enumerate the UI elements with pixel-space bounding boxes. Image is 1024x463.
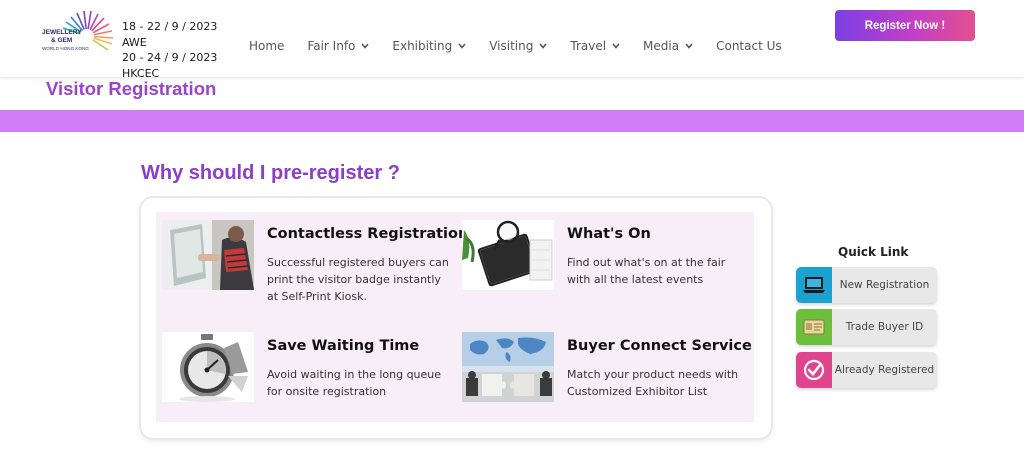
new-registration-button[interactable]: New Registration [796, 267, 937, 303]
chevron-down-icon [361, 43, 369, 49]
stopwatch-image [162, 332, 254, 402]
page-title: Visitor Registration [46, 78, 217, 99]
feature-description: Successful registered buyers can print t… [267, 256, 449, 303]
svg-text:JEWELLERY: JEWELLERY [42, 29, 82, 36]
register-now-button[interactable]: Register Now ! [835, 10, 975, 41]
site-header: JEWELLERY & GEM WORLD HONG KONG 18 - 22 … [0, 0, 1024, 81]
already-registered-button[interactable]: Already Registered [796, 352, 937, 388]
nav-contact-us-label: Contact Us [716, 39, 782, 53]
nav-fair-info-label: Fair Info [307, 39, 356, 53]
benefits-card: Contactless Registration Successful regi… [141, 198, 771, 438]
whats-on-image [462, 220, 554, 290]
check-circle-icon [796, 352, 832, 388]
feature-whats-on: What's On Find out what's on at the fair… [456, 212, 746, 302]
nav-home[interactable]: Home [249, 39, 284, 53]
feature-buyer-connect-service: Buyer Connect Service Match your product… [456, 324, 752, 414]
chevron-down-icon [458, 43, 466, 49]
benefits-panel: Contactless Registration Successful regi… [156, 212, 754, 422]
id-card-icon [796, 309, 832, 345]
section-title: Why should I pre-register ? [141, 162, 400, 184]
feature-description: Find out what's on at the fair with all … [567, 256, 726, 286]
nav-home-label: Home [249, 39, 285, 53]
trade-buyer-id-label: Trade Buyer ID [845, 321, 924, 333]
laptop-icon [796, 267, 832, 303]
world-map-puzzle-image [462, 332, 554, 402]
nav-exhibiting-label: Exhibiting [392, 39, 453, 53]
kiosk-image [162, 220, 254, 290]
date-line-awe-dates: 18 - 22 / 9 / 2023 [122, 20, 218, 33]
svg-text:& GEM: & GEM [51, 37, 72, 44]
nav-exhibiting[interactable]: Exhibiting [392, 39, 466, 53]
nav-fair-info[interactable]: Fair Info [307, 39, 369, 53]
feature-description: Match your product needs with Customized… [567, 368, 739, 398]
quick-link-title: Quick Link [838, 245, 909, 259]
nav-media-label: Media [643, 39, 680, 53]
svg-text:WORLD HONG KONG: WORLD HONG KONG [42, 46, 89, 51]
nav-media[interactable]: Media [643, 39, 693, 53]
trade-buyer-id-button[interactable]: Trade Buyer ID [796, 309, 937, 345]
chevron-down-icon [685, 43, 693, 49]
feature-title: Buyer Connect Service [567, 338, 752, 354]
nav-travel-label: Travel [570, 39, 607, 53]
jewellery-gem-logo[interactable]: JEWELLERY & GEM WORLD HONG KONG [40, 8, 116, 60]
feature-title: Save Waiting Time [267, 338, 420, 354]
feature-title: Contactless Registration [267, 226, 469, 242]
already-registered-label: Already Registered [834, 364, 935, 376]
fair-dates: 18 - 22 / 9 / 2023 AWE 20 - 24 / 9 / 202… [122, 19, 217, 81]
main-nav: Home Fair Info Exhibiting Visiting Trave… [249, 39, 805, 53]
chevron-down-icon [612, 43, 620, 49]
feature-title: What's On [567, 226, 651, 242]
nav-travel[interactable]: Travel [570, 39, 620, 53]
new-registration-label: New Registration [839, 279, 930, 291]
date-line-awe: AWE [122, 35, 147, 49]
feature-save-waiting-time: Save Waiting Time Avoid waiting in the l… [156, 324, 446, 414]
nav-visiting[interactable]: Visiting [489, 39, 547, 53]
feature-description: Avoid waiting in the long queue for onsi… [267, 368, 442, 398]
purple-divider-band [0, 110, 1024, 132]
nav-contact-us[interactable]: Contact Us [716, 39, 782, 53]
nav-visiting-label: Visiting [489, 39, 534, 53]
chevron-down-icon [539, 43, 547, 49]
date-line-hkcec-dates: 20 - 24 / 9 / 2023 [122, 51, 218, 64]
feature-contactless-registration: Contactless Registration Successful regi… [156, 212, 468, 303]
